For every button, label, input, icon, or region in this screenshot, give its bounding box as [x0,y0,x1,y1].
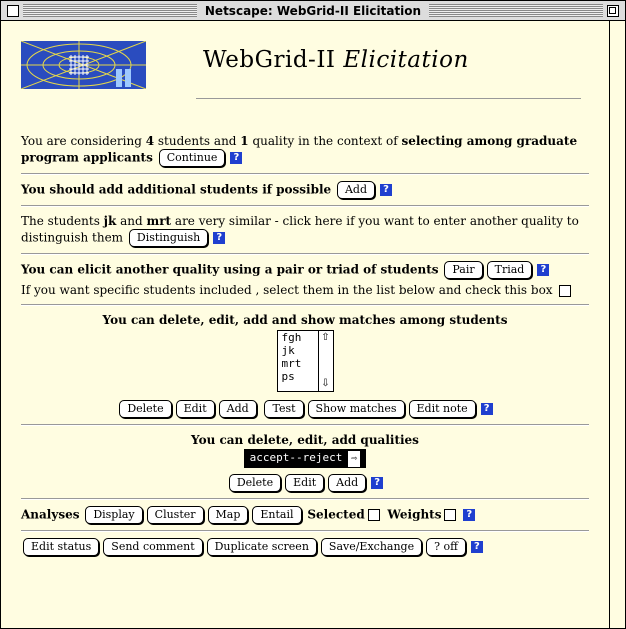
page-content: WebGrid-II Elicitation You are consideri… [1,21,610,628]
webgrid-logo [20,40,147,90]
divider [21,304,589,306]
delete-student-button[interactable]: Delete [119,400,172,418]
elicit-section: You can elicit another quality using a p… [1,261,609,298]
help-icon[interactable]: ? [371,477,384,489]
divider [21,424,589,426]
triad-button[interactable]: Triad [486,261,533,279]
page-title: WebGrid-II Elicitation [203,47,469,73]
qualities-popup[interactable]: accept--reject ⇨ [243,449,367,468]
distinguish-button[interactable]: Distinguish [128,229,209,247]
divider [21,530,589,532]
help-icon[interactable]: ? [480,403,493,415]
add-students-button[interactable]: Add [336,181,376,199]
include-selected-checkbox[interactable] [559,284,572,297]
save-exchange-button[interactable]: Save/Exchange [320,538,423,556]
add-students-section: You should add additional students if po… [1,181,609,199]
duplicate-screen-button[interactable]: Duplicate screen [206,538,317,556]
divider [21,498,589,500]
edit-note-button[interactable]: Edit note [408,400,476,418]
window-scrollbar[interactable] [610,21,625,628]
scroll-down-arrow-icon[interactable]: ⇩ [319,377,333,391]
help-off-button[interactable]: ? off [426,538,466,556]
divider [21,205,589,207]
display-button[interactable]: Display [85,506,143,524]
zoom-box[interactable] [607,5,619,17]
add-quality-button[interactable]: Add [328,474,367,492]
edit-status-button[interactable]: Edit status [23,538,100,556]
intro-section: You are considering 4 students and 1 qua… [1,133,609,167]
close-box[interactable] [7,5,19,17]
help-icon[interactable]: ? [380,184,393,196]
help-icon[interactable]: ? [463,509,476,521]
page-header: WebGrid-II Elicitation [1,21,609,116]
analyses-section: Analyses Display Cluster Map Entail Selecte… [1,506,609,524]
show-matches-button[interactable]: Show matches [307,400,405,418]
title-bar[interactable]: Netscape: WebGrid-II Elicitation [1,1,625,21]
qualities-section: You can delete, edit, add qualities acce… [1,432,609,492]
selected-checkbox[interactable] [367,509,380,521]
test-button[interactable]: Test [264,400,304,418]
continue-button[interactable]: Continue [158,149,226,167]
window-title: Netscape: WebGrid-II Elicitation [196,3,430,18]
help-icon[interactable]: ? [470,541,483,553]
divider [21,253,589,255]
divider [21,173,589,175]
map-button[interactable]: Map [207,506,249,524]
popup-arrow-icon: ⇨ [348,451,361,467]
edit-student-button[interactable]: Edit [175,400,215,418]
edit-quality-button[interactable]: Edit [285,474,325,492]
help-icon[interactable]: ? [537,264,550,276]
browser-window: Netscape: WebGrid-II Elicitation WebGrid… [0,0,626,629]
list-scrollbar[interactable]: ⇧ ⇩ [317,331,333,391]
students-section: You can delete, edit, add and show match… [1,312,609,418]
add-student-button[interactable]: Add [218,400,257,418]
header-rule [196,98,581,99]
help-icon[interactable]: ? [230,152,243,164]
help-icon[interactable]: ? [213,232,226,244]
delete-quality-button[interactable]: Delete [228,474,282,492]
cluster-button[interactable]: Cluster [146,506,204,524]
pair-button[interactable]: Pair [444,261,483,279]
send-comment-button[interactable]: Send comment [103,538,203,556]
students-list[interactable]: fgh jk mrt ps ⇧ ⇩ [276,330,334,392]
scroll-up-arrow-icon[interactable]: ⇧ [319,331,333,345]
similar-section: The students jk and mrt are very similar… [1,213,609,247]
weights-checkbox[interactable] [444,509,457,521]
footer-buttons: Edit status Send comment Duplicate screen S… [1,538,609,556]
entail-button[interactable]: Entail [252,506,302,524]
